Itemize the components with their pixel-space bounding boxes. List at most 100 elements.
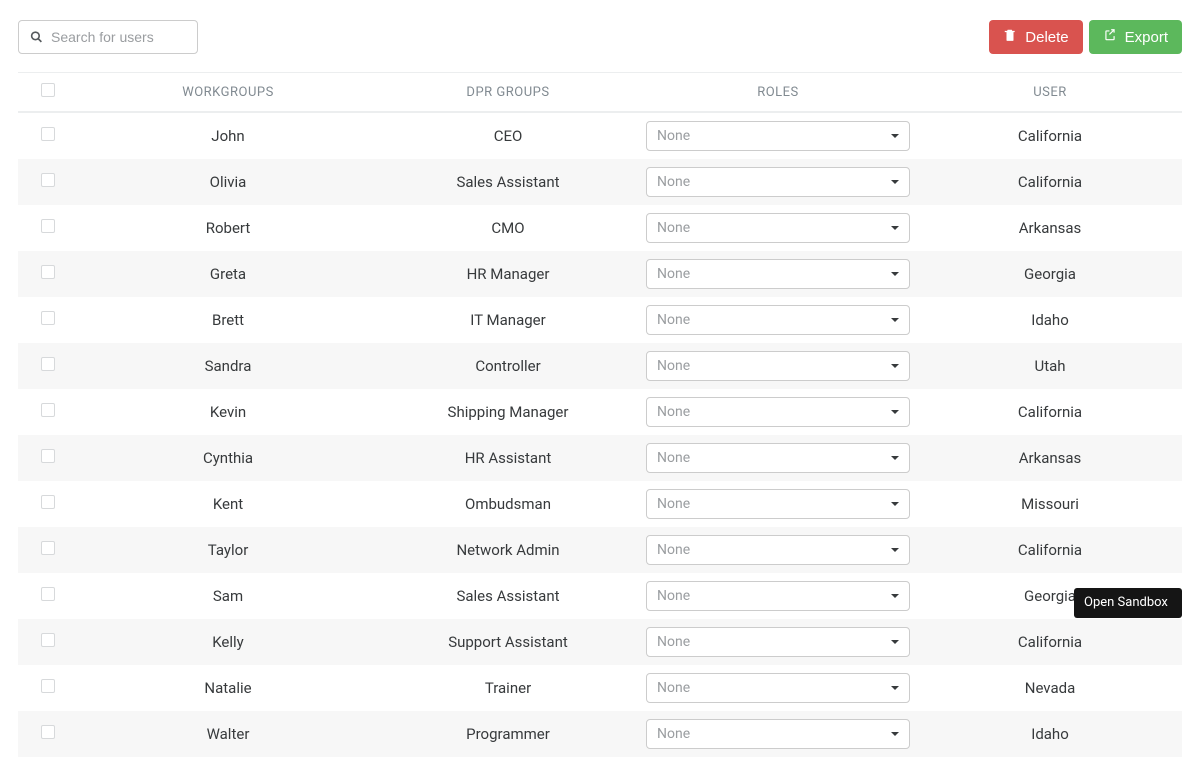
role-select[interactable]: None [646, 351, 910, 381]
col-header-workgroups[interactable]: WORKGROUPS [78, 73, 378, 113]
cell-workgroup: Kevin [78, 389, 378, 435]
chevron-down-icon [891, 732, 899, 736]
search-input[interactable] [18, 20, 198, 54]
toolbar: Delete Export [18, 20, 1182, 54]
row-checkbox[interactable] [41, 219, 55, 233]
cell-dpr: Programmer [378, 711, 638, 757]
col-header-checkbox [18, 73, 78, 113]
cell-roles: None [638, 527, 918, 573]
role-select[interactable]: None [646, 305, 910, 335]
row-checkbox[interactable] [41, 357, 55, 371]
cell-roles: None [638, 343, 918, 389]
cell-roles: None [638, 297, 918, 343]
col-header-dpr[interactable]: DPR GROUPS [378, 73, 638, 113]
cell-roles: None [638, 619, 918, 665]
cell-roles: None [638, 205, 918, 251]
delete-button[interactable]: Delete [989, 20, 1082, 54]
chevron-down-icon [891, 686, 899, 690]
role-select[interactable]: None [646, 489, 910, 519]
row-checkbox[interactable] [41, 587, 55, 601]
row-checkbox[interactable] [41, 679, 55, 693]
role-select[interactable]: None [646, 167, 910, 197]
role-select[interactable]: None [646, 259, 910, 289]
role-select-placeholder: None [657, 542, 690, 558]
export-button-label: Export [1125, 29, 1168, 46]
cell-workgroup: Robert [78, 205, 378, 251]
role-select-placeholder: None [657, 496, 690, 512]
table-row: BrettIT Manager None Idaho [18, 297, 1182, 343]
role-select[interactable]: None [646, 581, 910, 611]
action-buttons: Delete Export [989, 20, 1182, 54]
cell-workgroup: Brett [78, 297, 378, 343]
role-select-placeholder: None [657, 726, 690, 742]
cell-user: Idaho [918, 711, 1182, 757]
table-header-row: WORKGROUPS DPR GROUPS ROLES USER [18, 73, 1182, 113]
chevron-down-icon [891, 502, 899, 506]
role-select-placeholder: None [657, 588, 690, 604]
row-checkbox[interactable] [41, 311, 55, 325]
search-field-wrap [18, 20, 198, 54]
cell-user: Nevada [918, 665, 1182, 711]
row-checkbox[interactable] [41, 495, 55, 509]
table-row: WalterProgrammer None Idaho [18, 711, 1182, 757]
users-table: WORKGROUPS DPR GROUPS ROLES USER JohnCEO… [18, 72, 1182, 757]
role-select-placeholder: None [657, 404, 690, 420]
col-header-user[interactable]: USER [918, 73, 1182, 113]
chevron-down-icon [891, 456, 899, 460]
chevron-down-icon [891, 410, 899, 414]
cell-dpr: CEO [378, 112, 638, 159]
cell-dpr: Shipping Manager [378, 389, 638, 435]
role-select[interactable]: None [646, 397, 910, 427]
cell-dpr: HR Manager [378, 251, 638, 297]
table-row: OliviaSales AssistantNoneCalifornia [18, 159, 1182, 205]
export-icon [1103, 28, 1117, 46]
role-select[interactable]: None [646, 535, 910, 565]
cell-dpr: Support Assistant [378, 619, 638, 665]
row-checkbox[interactable] [41, 633, 55, 647]
select-all-checkbox[interactable] [41, 83, 55, 97]
open-sandbox-label: Open Sandbox [1084, 595, 1168, 610]
role-select[interactable]: None [646, 719, 910, 749]
table-row: SandraControllerNoneUtah [18, 343, 1182, 389]
cell-dpr: Sales Assistant [378, 573, 638, 619]
row-checkbox[interactable] [41, 449, 55, 463]
cell-user: Idaho [918, 297, 1182, 343]
row-checkbox[interactable] [41, 127, 55, 141]
open-sandbox-button[interactable]: Open Sandbox [1074, 588, 1182, 618]
row-checkbox-cell [18, 481, 78, 527]
cell-roles: None [638, 389, 918, 435]
row-checkbox[interactable] [41, 173, 55, 187]
cell-dpr: Network Admin [378, 527, 638, 573]
row-checkbox[interactable] [41, 403, 55, 417]
cell-workgroup: Taylor [78, 527, 378, 573]
cell-workgroup: John [78, 112, 378, 159]
cell-workgroup: Greta [78, 251, 378, 297]
chevron-down-icon [891, 272, 899, 276]
role-select-placeholder: None [657, 312, 690, 328]
cell-workgroup: Sandra [78, 343, 378, 389]
role-select[interactable]: None [646, 627, 910, 657]
role-select[interactable]: None [646, 673, 910, 703]
col-header-roles[interactable]: ROLES [638, 73, 918, 113]
row-checkbox-cell [18, 665, 78, 711]
cell-user: California [918, 389, 1182, 435]
table-row: TaylorNetwork AdminNoneCalifornia [18, 527, 1182, 573]
row-checkbox-cell [18, 205, 78, 251]
cell-workgroup: Walter [78, 711, 378, 757]
row-checkbox[interactable] [41, 265, 55, 279]
role-select-placeholder: None [657, 128, 690, 144]
role-select[interactable]: None [646, 443, 910, 473]
export-button[interactable]: Export [1089, 20, 1182, 54]
cell-dpr: IT Manager [378, 297, 638, 343]
cell-dpr: Sales Assistant [378, 159, 638, 205]
cell-workgroup: Sam [78, 573, 378, 619]
cell-user: California [918, 619, 1182, 665]
row-checkbox[interactable] [41, 725, 55, 739]
row-checkbox[interactable] [41, 541, 55, 555]
role-select[interactable]: None [646, 121, 910, 151]
role-select[interactable]: None [646, 213, 910, 243]
cell-workgroup: Natalie [78, 665, 378, 711]
row-checkbox-cell [18, 711, 78, 757]
cell-user: California [918, 159, 1182, 205]
role-select-placeholder: None [657, 266, 690, 282]
